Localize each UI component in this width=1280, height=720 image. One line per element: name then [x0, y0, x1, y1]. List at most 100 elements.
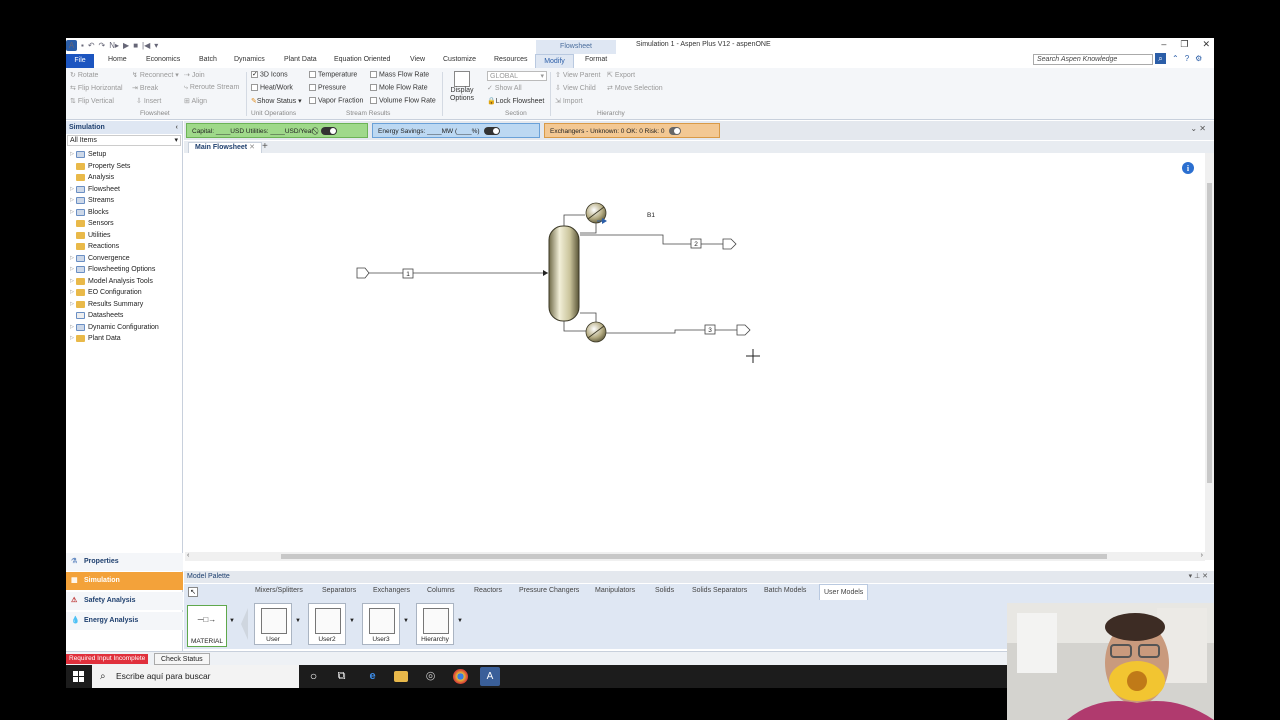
move-selection-button[interactable]: ⇄ Move Selection	[607, 84, 663, 92]
mass-flow-rate-checkbox[interactable]: Mass Flow Rate	[370, 71, 429, 78]
palette-scroll-left-icon[interactable]	[241, 608, 248, 640]
user-dropdown-icon[interactable]: ▼	[295, 618, 301, 624]
tab-user-models[interactable]: User Models	[819, 584, 869, 600]
exchangers-panel[interactable]: Exchangers - Unknown: 0 OK: 0 Risk: 0	[544, 123, 720, 138]
tree-item-eo-configuration[interactable]: ▷ EO Configuration	[68, 287, 182, 299]
nav-properties-button[interactable]: ⚗ Properties	[66, 553, 183, 571]
tab-solids[interactable]: Solids	[655, 587, 674, 594]
hierarchy-dropdown-icon[interactable]: ▼	[457, 618, 463, 624]
aspen-taskbar-icon[interactable]: A	[480, 667, 500, 686]
temperature-checkbox[interactable]: Temperature	[309, 71, 357, 78]
close-icon[interactable]: ✕	[1202, 39, 1210, 50]
tab-pressure-changers[interactable]: Pressure Changers	[519, 587, 579, 594]
mole-flow-rate-checkbox[interactable]: Mole Flow Rate	[370, 84, 428, 91]
aspen-app-icon[interactable]: A	[66, 40, 77, 51]
menu-view[interactable]: View	[410, 56, 425, 63]
tree-item-blocks[interactable]: ▷ Blocks	[68, 207, 182, 219]
palette-user[interactable]: User	[254, 603, 292, 645]
palette-material-stream[interactable]: ─□→ MATERIAL	[187, 605, 227, 647]
ribbon-collapse-icon[interactable]: ⌃	[1172, 54, 1179, 63]
check-status-button[interactable]: Check Status	[154, 653, 210, 665]
tab-solids-separators[interactable]: Solids Separators	[692, 587, 747, 594]
navigation-filter-combo[interactable]: All Items ▾	[67, 135, 181, 146]
show-status-button[interactable]: ✎Show Status ▾	[251, 97, 302, 105]
menu-format[interactable]: Format	[585, 56, 607, 63]
reset-icon[interactable]: |◀	[142, 41, 150, 50]
tree-item-reactions[interactable]: Reactions	[68, 241, 182, 253]
tree-item-dynamic-configuration[interactable]: ▷ Dynamic Configuration	[68, 322, 182, 334]
restore-icon[interactable]: ❐	[1180, 39, 1188, 50]
stream-1[interactable]: 1	[356, 267, 548, 279]
rotate-button[interactable]: ↻ Rotate	[70, 71, 98, 79]
pressure-checkbox[interactable]: Pressure	[309, 84, 346, 91]
search-knowledge-input[interactable]: Search Aspen Knowledge	[1033, 54, 1153, 65]
user2-dropdown-icon[interactable]: ▼	[349, 618, 355, 624]
vapor-fraction-checkbox[interactable]: Vapor Fraction	[309, 97, 363, 104]
search-icon[interactable]: ⌕	[1155, 53, 1166, 64]
stop-icon[interactable]: ■	[133, 41, 138, 50]
flip-vertical-button[interactable]: ⇅ Flip Vertical	[70, 97, 114, 105]
menu-modify[interactable]: Modify	[535, 54, 574, 68]
capital-cost-panel[interactable]: Capital: ____USD Utilities: ____USD/Year…	[186, 123, 368, 138]
nav-simulation-button[interactable]: ▦ Simulation	[66, 572, 183, 590]
file-explorer-icon[interactable]	[394, 671, 408, 682]
horizontal-scrollbar[interactable]: ‹ ›	[185, 552, 1205, 561]
tree-item-model-analysis-tools[interactable]: ▷ Model Analysis Tools	[68, 276, 182, 288]
menu-plant-data[interactable]: Plant Data	[284, 56, 317, 63]
options-icon[interactable]: ⚙	[1195, 54, 1202, 63]
infobar-pin-icons[interactable]: ⌄ ✕	[1190, 124, 1206, 133]
nav-energy-analysis-button[interactable]: 💧 Energy Analysis	[66, 612, 183, 630]
help-icon[interactable]: ?	[1185, 54, 1189, 63]
tab-columns[interactable]: Columns	[427, 587, 455, 594]
pointer-tool-icon[interactable]: ↖	[188, 587, 198, 597]
tree-item-results-summary[interactable]: ▷ Results Summary	[68, 299, 182, 311]
vertical-scrollbar[interactable]	[1205, 153, 1214, 560]
insert-button[interactable]: ⇩ Insert	[136, 97, 161, 105]
view-parent-button[interactable]: ⇧ View Parent	[555, 71, 600, 79]
stream-3[interactable]: 3	[606, 324, 751, 336]
tree-item-streams[interactable]: ▷ Streams	[68, 195, 182, 207]
menu-resources[interactable]: Resources	[494, 56, 527, 63]
cortana-icon[interactable]: ○	[306, 669, 321, 684]
redo-icon[interactable]: ↷	[99, 41, 106, 50]
tree-item-plant-data[interactable]: ▷ Plant Data	[68, 333, 182, 345]
menu-file[interactable]: File	[66, 54, 94, 68]
view-child-button[interactable]: ⇩ View Child	[555, 84, 596, 92]
energy-savings-panel[interactable]: Energy Savings: ____MW (____%)	[372, 123, 540, 138]
run-icon[interactable]: ▶	[123, 41, 129, 50]
menu-batch[interactable]: Batch	[199, 56, 217, 63]
nav-safety-analysis-button[interactable]: ⚠ Safety Analysis	[66, 592, 183, 610]
task-view-icon[interactable]: ⧉	[334, 669, 349, 684]
break-button[interactable]: ⇥ Break	[132, 84, 158, 92]
tree-item-convergence[interactable]: ▷ Convergence	[68, 253, 182, 265]
tree-item-datasheets[interactable]: Datasheets	[68, 310, 182, 322]
align-button[interactable]: ⊞ Align	[184, 97, 207, 105]
qat-dropdown-icon[interactable]: ▾	[154, 41, 158, 50]
volume-flow-rate-checkbox[interactable]: Volume Flow Rate	[370, 97, 436, 104]
tab-manipulators[interactable]: Manipulators	[595, 587, 635, 594]
flip-horizontal-button[interactable]: ⇆ Flip Horizontal	[70, 84, 123, 92]
material-dropdown-icon[interactable]: ▼	[229, 618, 235, 624]
reroute-stream-button[interactable]: ⤷ Reroute Stream	[184, 84, 239, 92]
stream-2[interactable]: 2	[580, 234, 737, 250]
tree-item-flowsheeting-options[interactable]: ▷ Flowsheeting Options	[68, 264, 182, 276]
menu-dynamics[interactable]: Dynamics	[234, 56, 265, 63]
tree-item-analysis[interactable]: Analysis	[68, 172, 182, 184]
collapse-pane-icon[interactable]: ‹	[176, 121, 178, 134]
app-circle-icon[interactable]: ◎	[423, 669, 438, 684]
tree-item-setup[interactable]: ▷ Setup	[68, 149, 182, 161]
menu-customize[interactable]: Customize	[443, 56, 476, 63]
3d-icons-checkbox[interactable]: 3D Icons	[251, 71, 288, 78]
reconnect-button[interactable]: ↯ Reconnect ▾	[132, 71, 179, 79]
tree-item-flowsheet[interactable]: ▷ Flowsheet	[68, 184, 182, 196]
windows-start-icon[interactable]	[73, 671, 84, 682]
tree-item-utilities[interactable]: Utilities	[68, 230, 182, 242]
taskbar-search-input[interactable]: ⌕ Escribe aquí para buscar	[92, 665, 299, 688]
tree-item-sensors[interactable]: Sensors	[68, 218, 182, 230]
tab-reactors[interactable]: Reactors	[474, 587, 502, 594]
palette-user2[interactable]: User2	[308, 603, 346, 645]
tab-batch-models[interactable]: Batch Models	[764, 587, 806, 594]
new-tab-icon[interactable]: +	[262, 141, 268, 152]
tab-main-flowsheet[interactable]: Main Flowsheet ✕	[188, 142, 262, 153]
section-combo[interactable]: GLOBAL ▾	[487, 71, 547, 81]
